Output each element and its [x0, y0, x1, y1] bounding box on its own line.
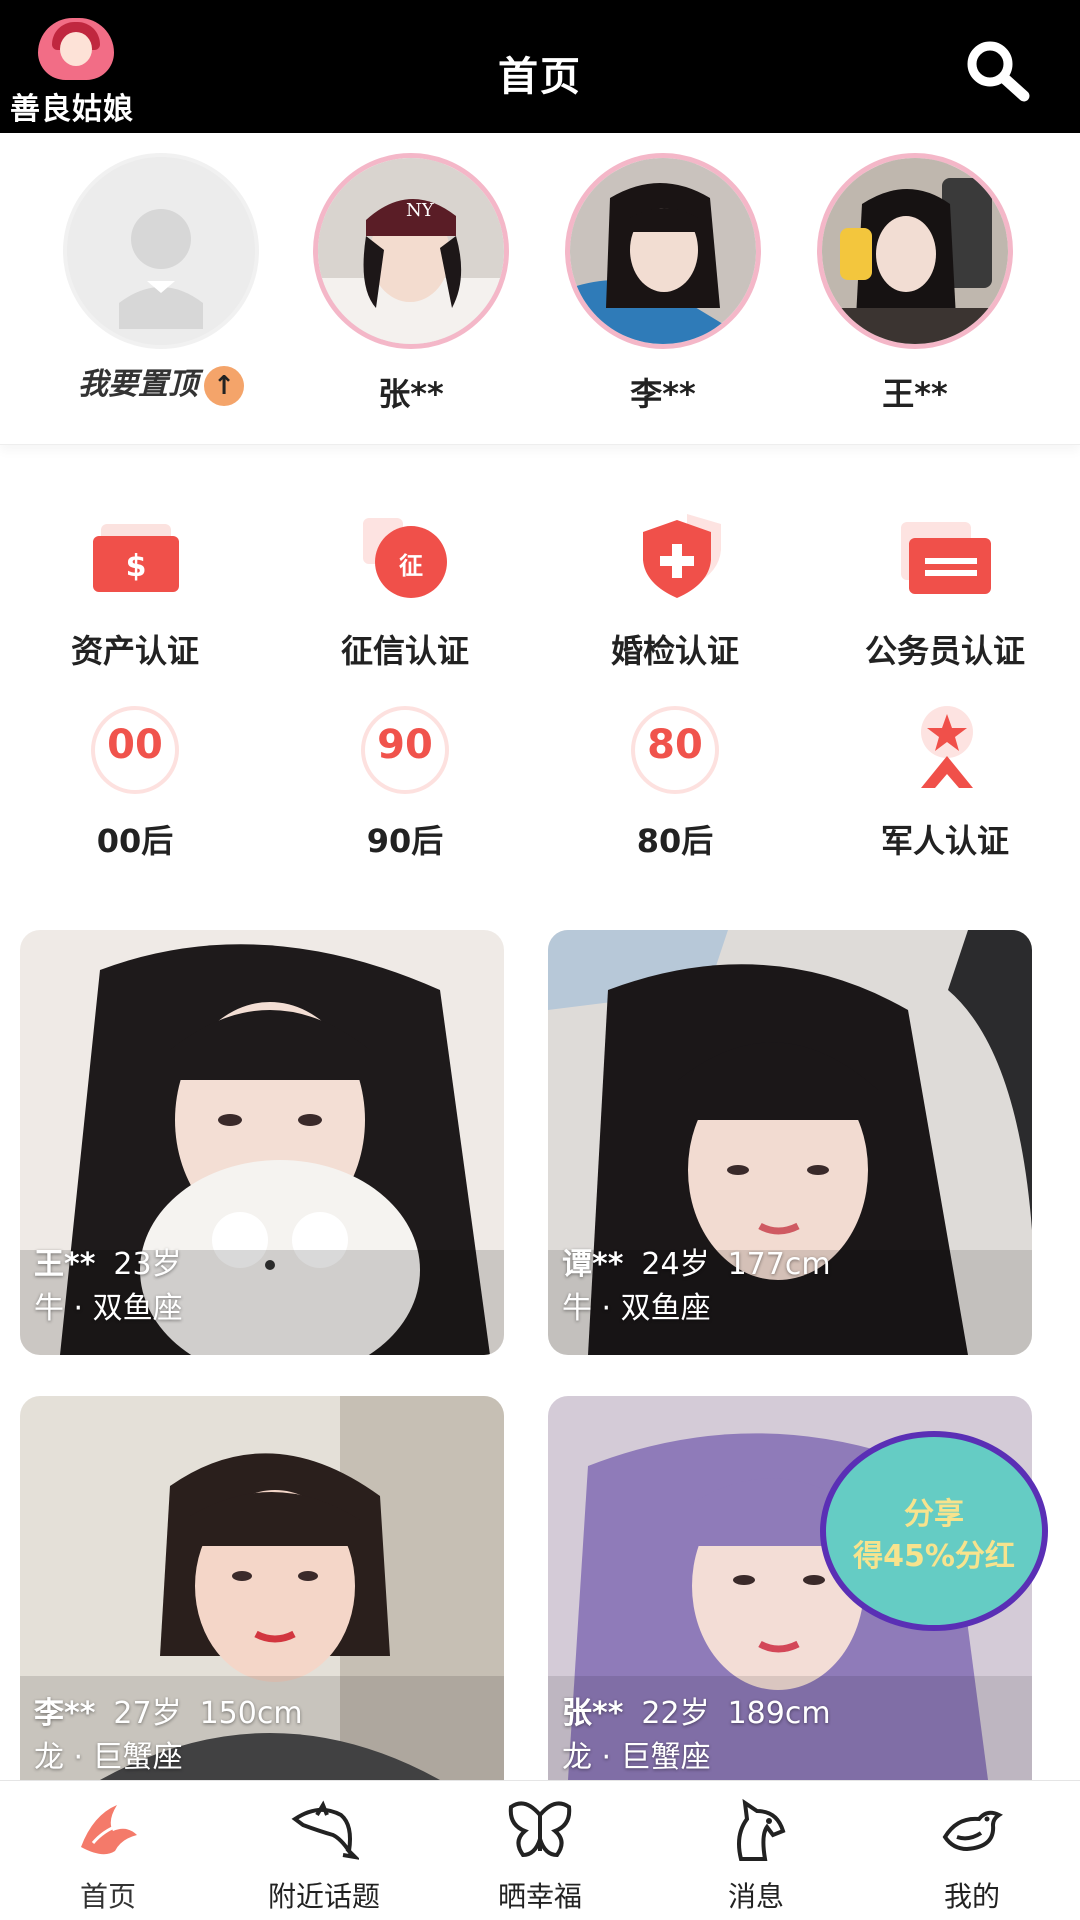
profile-age: 22岁: [641, 1696, 710, 1731]
profile-card[interactable]: 李** 27岁 150cm 龙 · 巨蟹座: [20, 1396, 504, 1780]
share-bonus-button[interactable]: 分享 得45%分红: [820, 1431, 1048, 1631]
filter-90[interactable]: 90 90后: [270, 700, 540, 870]
cert-medical[interactable]: 婚检认证: [540, 510, 810, 680]
age-90-icon: 90: [355, 700, 455, 800]
top-bar: 善良姑娘 首页: [0, 0, 1080, 133]
profile-info: 李** 27岁 150cm 龙 · 巨蟹座: [34, 1692, 303, 1780]
cert-label: 资产认证: [70, 632, 199, 670]
story-avatar: [565, 153, 761, 349]
certification-grid: $ 资产认证 征 征信认证 婚检认证 公务员认证 00 00后 90 90后 8…: [0, 500, 1080, 880]
story-name: 李**: [630, 375, 696, 413]
profile-extra: 牛 · 双鱼座: [34, 1291, 183, 1326]
arrow-up-icon: ↑: [204, 365, 244, 406]
profile-name: 谭**: [562, 1247, 624, 1282]
pin-label: 我要置顶: [78, 367, 198, 402]
profile-age: 27岁: [113, 1696, 182, 1731]
age-00-icon: 00: [85, 700, 185, 800]
credit-icon: 征: [355, 510, 455, 600]
profile-extra: 龙 · 巨蟹座: [34, 1740, 183, 1775]
cert-label: 军人认证: [880, 822, 1009, 860]
profile-extra: 牛 · 双鱼座: [562, 1291, 711, 1326]
cert-asset[interactable]: $ 资产认证: [0, 510, 270, 680]
tab-home[interactable]: 首页: [0, 1781, 216, 1920]
story-avatar: [817, 153, 1013, 349]
medical-shield-icon: [625, 510, 725, 600]
placeholder-avatar: [63, 153, 259, 349]
story-name: 张**: [378, 375, 444, 413]
nav-label: 首页: [79, 1880, 136, 1913]
butterfly-icon: [505, 1795, 575, 1865]
story-name: 王**: [882, 375, 948, 413]
share-line2: 得45%分红: [853, 1539, 1015, 1574]
tab-messages[interactable]: 消息: [648, 1781, 864, 1920]
profile-card[interactable]: 谭** 24岁 177cm 牛 · 双鱼座: [548, 930, 1032, 1355]
profile-extra: 龙 · 巨蟹座: [562, 1740, 711, 1775]
credit-glyph: 征: [399, 552, 423, 580]
story-avatar: NY: [313, 153, 509, 349]
nav-label: 消息: [727, 1880, 784, 1913]
profile-height: 189cm: [727, 1696, 831, 1731]
profile-card[interactable]: 王** 23岁 牛 · 双鱼座: [20, 930, 504, 1355]
story-item[interactable]: 李**: [548, 153, 778, 423]
age-filter-label: 00后: [96, 822, 174, 860]
money-badge-icon: $: [85, 510, 185, 600]
cert-label: 征信认证: [340, 632, 469, 670]
story-item[interactable]: NY 张**: [296, 153, 526, 423]
profile-info: 谭** 24岁 177cm 牛 · 双鱼座: [562, 1243, 831, 1331]
filter-80[interactable]: 80 80后: [540, 700, 810, 870]
profile-info: 张** 22岁 189cm 龙 · 巨蟹座: [562, 1692, 831, 1780]
tab-share-happiness[interactable]: 晒幸福: [432, 1781, 648, 1920]
profile-name: 张**: [562, 1696, 624, 1731]
profile-name: 李**: [34, 1696, 96, 1731]
nav-label: 我的: [943, 1880, 1000, 1913]
page-title: 首页: [498, 54, 582, 100]
military-star-icon: [895, 700, 995, 790]
tab-me[interactable]: 我的: [864, 1781, 1080, 1920]
profile-age: 23岁: [113, 1247, 182, 1282]
cert-label: 婚检认证: [610, 632, 739, 670]
cert-label: 公务员认证: [864, 632, 1025, 670]
dolphin-icon: [289, 1795, 361, 1865]
age-80-icon: 80: [625, 700, 725, 800]
app-root: 善良姑娘 首页 我要置顶 ↑ NY 张** 李** 王** $ 资产认证 征 征…: [0, 0, 1080, 1920]
briefcase-icon: [895, 510, 995, 600]
phoenix-icon: [73, 1795, 143, 1865]
share-line1: 分享: [904, 1497, 964, 1532]
cert-civil-servant[interactable]: 公务员认证: [810, 510, 1080, 680]
profile-height: 150cm: [199, 1696, 303, 1731]
pin-to-top-button[interactable]: 我要置顶 ↑: [46, 153, 276, 423]
profile-info: 王** 23岁 牛 · 双鱼座: [34, 1243, 200, 1331]
horse-icon: [721, 1795, 791, 1865]
svg-text:NY: NY: [406, 200, 435, 221]
bottom-nav: 首页 附近话题 晒幸福 消息 我的: [0, 1780, 1080, 1920]
profile-height: 177cm: [727, 1247, 831, 1282]
bird-icon: [937, 1795, 1007, 1865]
age-filter-label: 80后: [636, 822, 714, 860]
tab-nearby-topics[interactable]: 附近话题: [216, 1781, 432, 1920]
profile-age: 24岁: [641, 1247, 710, 1282]
search-icon[interactable]: [962, 36, 1034, 106]
nav-label: 附近话题: [267, 1880, 380, 1913]
cert-credit[interactable]: 征 征信认证: [270, 510, 540, 680]
age-filter-label: 90后: [366, 822, 444, 860]
svg-text:$: $: [126, 549, 147, 584]
profile-name: 王**: [34, 1247, 96, 1282]
cert-military[interactable]: 军人认证: [810, 700, 1080, 870]
filter-00[interactable]: 00 00后: [0, 700, 270, 870]
story-item[interactable]: 王**: [800, 153, 1030, 423]
featured-stories: 我要置顶 ↑ NY 张** 李** 王**: [0, 133, 1080, 445]
nav-label: 晒幸福: [497, 1880, 582, 1913]
